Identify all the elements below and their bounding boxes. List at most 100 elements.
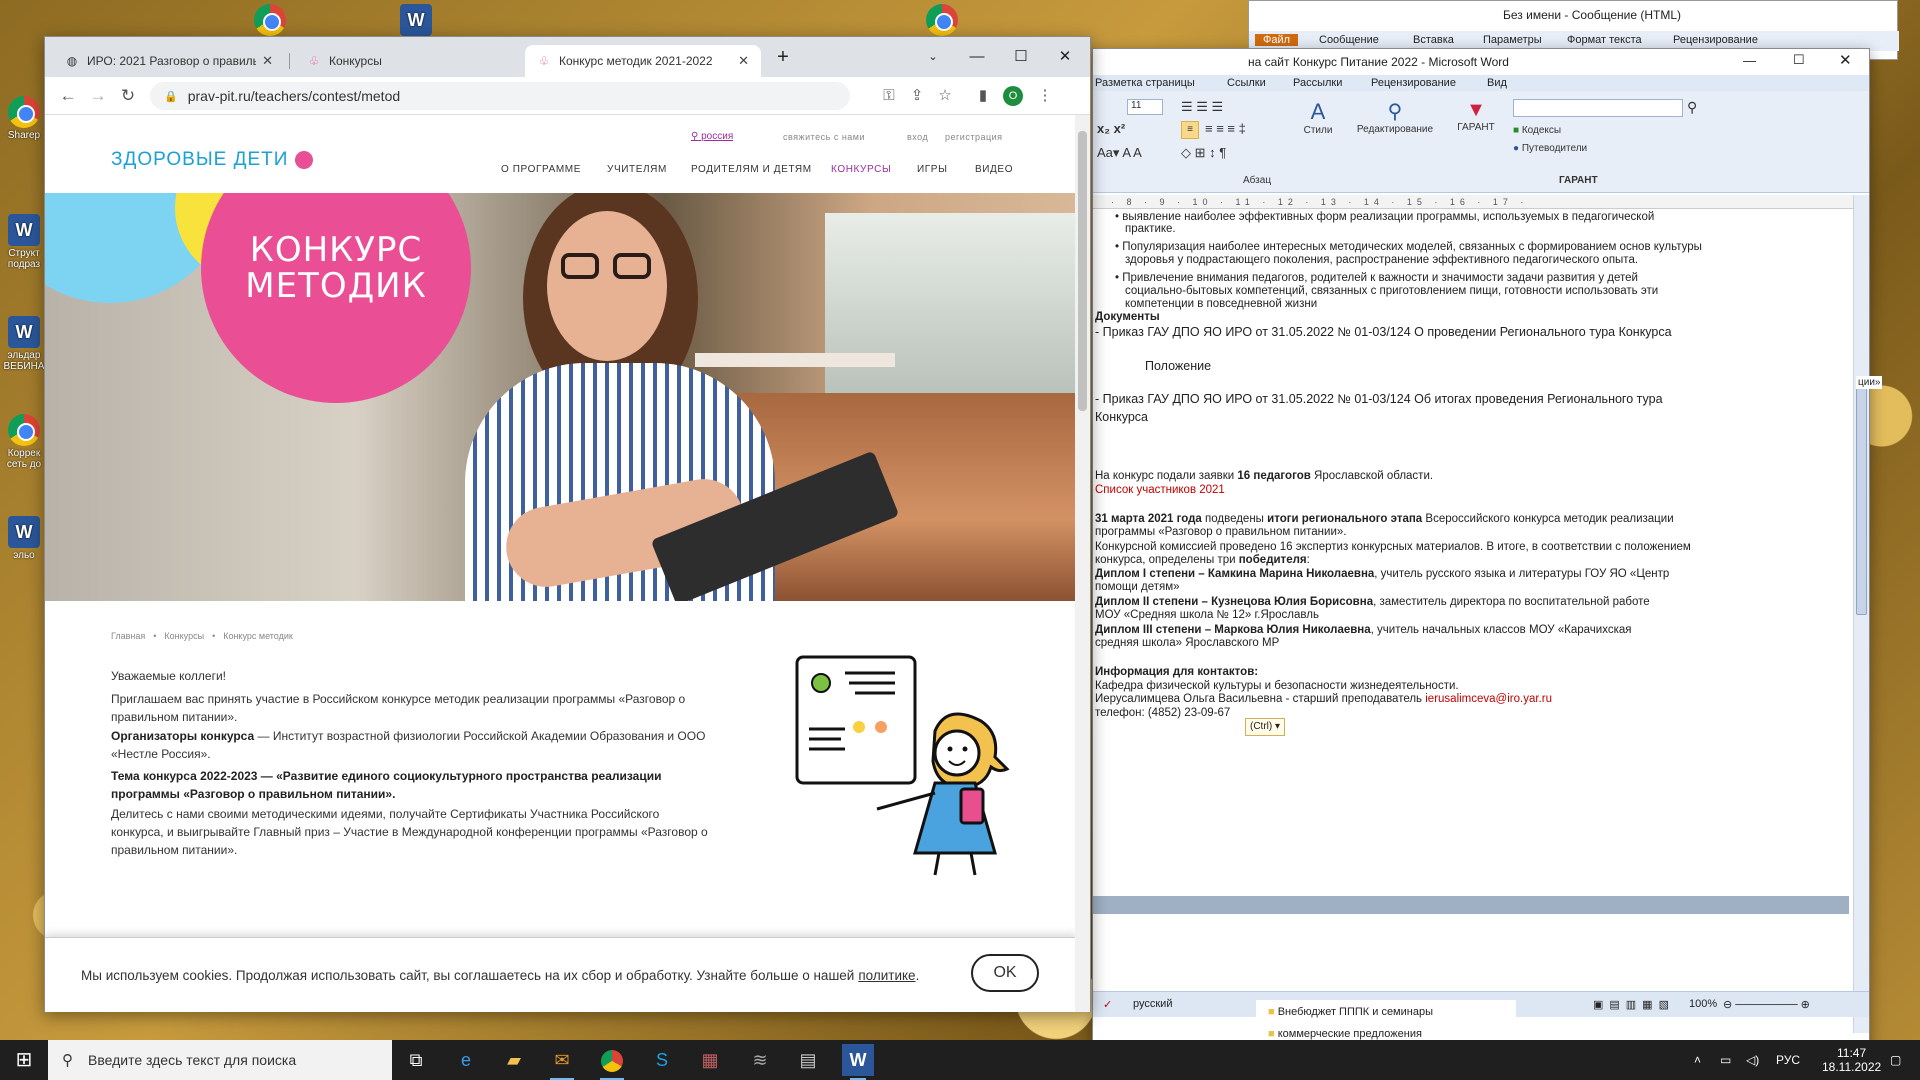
share-icon[interactable]: ⇪ [903, 82, 931, 110]
polozhenie-link[interactable]: Положение [1145, 359, 1211, 373]
reload-icon[interactable]: ↻ [113, 86, 143, 106]
nav-contests[interactable]: КОНКУРСЫ [831, 164, 891, 175]
desktop-icon-chrome[interactable]: Sharep [2, 96, 46, 141]
page-scroll-thumb[interactable] [1078, 131, 1087, 411]
cookie-policy-link[interactable]: политике [858, 968, 915, 983]
side-panel-icon[interactable]: ▮ [969, 82, 997, 110]
close-tab-icon[interactable]: ✕ [262, 53, 273, 69]
outlook-tab-params[interactable]: Параметры [1483, 34, 1542, 46]
subscript-button[interactable]: x₂ x² [1097, 121, 1125, 136]
editing-button[interactable]: ⚲ Редактирование [1349, 99, 1441, 135]
tab-konkursy[interactable]: ♧ Конкурсы [295, 45, 519, 77]
app-icon[interactable]: ≋ [740, 1044, 780, 1076]
tray-chevron-icon[interactable]: ˄ [1694, 1040, 1701, 1080]
outlook-folder-list[interactable]: ■ Внебюджет ПППК и семинары ■ коммерческ… [1256, 1000, 1516, 1040]
desktop-icon-word2[interactable]: Wэльдар ВЕБИНА [2, 316, 46, 372]
task-view-icon[interactable]: ⧉ [396, 1044, 436, 1076]
region-selector[interactable]: ⚲ россия [691, 131, 733, 142]
desktop-icon-word3[interactable]: Wэльо [2, 516, 46, 561]
menu-kebab-icon[interactable]: ⋮ [1031, 82, 1059, 110]
outlook-icon[interactable]: ✉ [542, 1044, 582, 1080]
status-language[interactable]: русский [1133, 998, 1172, 1010]
desktop-icon-chrome-top[interactable] [248, 4, 292, 38]
nav-parents[interactable]: РОДИТЕЛЯМ И ДЕТЯМ [691, 164, 812, 175]
skype-icon[interactable]: S [642, 1044, 682, 1076]
list-buttons[interactable]: ☰ ☰ ☰ [1181, 99, 1223, 115]
view-buttons[interactable]: ▣▤▥▦▧ [1593, 998, 1675, 1011]
outlook-tab-format[interactable]: Формат текста [1567, 34, 1642, 46]
align-left-button[interactable]: ≡ [1181, 121, 1199, 139]
paste-options-button[interactable]: (Ctrl) ▾ [1245, 718, 1286, 736]
desktop-icon-word-top[interactable]: W [394, 4, 438, 38]
search-icon[interactable]: ⚲ [1687, 99, 1697, 116]
tab-iro[interactable]: ◍ИРО: 2021 Разговор о правильн...✕ [53, 45, 285, 77]
putevoditeli-button[interactable]: ● Путеводители [1513, 143, 1587, 154]
forward-icon[interactable]: → [83, 86, 113, 106]
profile-avatar[interactable]: O [1003, 86, 1023, 106]
participants-list-link[interactable]: Список участников 2021 [1095, 483, 1225, 497]
folder-item[interactable]: ■ Внебюджет ПППК и семинары [1268, 1006, 1433, 1018]
tab-search-icon[interactable]: ⌄ [919, 43, 947, 71]
file-explorer-icon[interactable]: ▰ [494, 1044, 534, 1076]
word-tab-view[interactable]: Вид [1487, 77, 1507, 89]
chrome-window[interactable]: ◍ИРО: 2021 Разговор о правильн...✕ ♧Конк… [44, 36, 1091, 1012]
breadcrumb-home[interactable]: Главная [111, 631, 145, 641]
desktop-icon-chrome-top2[interactable] [920, 4, 964, 38]
input-language[interactable]: РУС [1776, 1040, 1800, 1080]
nav-video[interactable]: ВИДЕО [975, 164, 1013, 175]
clock[interactable]: 11:47 18.11.2022 [1822, 1046, 1881, 1074]
word-window[interactable]: на сайт Конкурс Питание 2022 - Microsoft… [1092, 48, 1870, 1060]
word-minimize-button[interactable]: — [1743, 53, 1756, 68]
zoom-level[interactable]: 100% [1689, 998, 1717, 1010]
word-taskbar-icon[interactable]: W [842, 1044, 874, 1080]
minimize-button[interactable]: — [963, 43, 991, 71]
outlook-tab-message[interactable]: Сообщение [1319, 34, 1379, 46]
font-grow-button[interactable]: Aa▾ A A [1097, 145, 1142, 161]
nav-about[interactable]: О ПРОГРАММЕ [501, 164, 581, 175]
word-maximize-button[interactable]: ☐ [1793, 52, 1805, 68]
login-link[interactable]: вход [907, 132, 928, 142]
volume-icon[interactable]: ◁) [1746, 1040, 1759, 1080]
calculator-icon[interactable]: ▤ [788, 1044, 828, 1076]
garant-search-input[interactable] [1513, 99, 1683, 117]
word-vertical-scrollbar[interactable] [1853, 195, 1869, 1033]
taskbar-search[interactable]: ⚲ Введите здесь текст для поиска [48, 1040, 392, 1080]
zoom-slider[interactable]: ⊖ ──────── ⊕ [1723, 998, 1810, 1011]
outlook-tab-insert[interactable]: Вставка [1413, 34, 1454, 46]
cookie-ok-button[interactable]: OK [971, 954, 1039, 992]
key-icon[interactable]: ⚿ [875, 82, 903, 110]
styles-button[interactable]: A Стили [1293, 99, 1343, 136]
word-tab-review[interactable]: Рецензирование [1371, 77, 1456, 89]
start-button[interactable]: ⊞ [4, 1044, 44, 1076]
word-scroll-thumb[interactable] [1856, 385, 1867, 615]
folder-item[interactable]: ■ коммерческие предложения [1268, 1028, 1422, 1040]
page-scrollbar[interactable] [1075, 115, 1090, 1012]
notifications-icon[interactable]: ▢ [1890, 1040, 1901, 1080]
desktop-icon-chrome2[interactable]: Коррек сеть до [2, 414, 46, 470]
outlook-tab-review[interactable]: Рецензирование [1673, 34, 1758, 46]
network-icon[interactable]: ▭ [1720, 1040, 1731, 1080]
maximize-button[interactable]: ☐ [1007, 43, 1035, 71]
word-tab-refs[interactable]: Ссылки [1227, 77, 1266, 89]
register-link[interactable]: регистрация [945, 132, 1003, 142]
address-bar[interactable]: 🔒 prav-pit.ru/teachers/contest/metod [150, 82, 850, 110]
desktop-icon-word1[interactable]: W Структ подраз [2, 214, 46, 270]
tab-konkurs-metodik[interactable]: ♧ Конкурс методик 2021-2022 ✕ [525, 45, 761, 77]
outlook-tab-file[interactable]: Файл [1255, 34, 1299, 46]
new-tab-button[interactable]: + [769, 43, 797, 71]
archive-icon[interactable]: ▦ [690, 1044, 730, 1076]
spellcheck-icon[interactable]: ✓ [1103, 998, 1112, 1011]
nav-teachers[interactable]: УЧИТЕЛЯМ [607, 164, 667, 175]
back-icon[interactable]: ← [53, 86, 83, 106]
align-buttons[interactable]: ≡ ≡ ≡ ‡ [1205, 121, 1246, 136]
email-link[interactable]: ierusalimceva@iro.yar.ru [1425, 693, 1552, 705]
word-tab-layout[interactable]: Разметка страницы [1095, 77, 1195, 89]
contact-link[interactable]: свяжитесь с нами [783, 132, 865, 142]
word-tab-mailings[interactable]: Рассылки [1293, 77, 1342, 89]
star-icon[interactable]: ☆ [931, 82, 959, 110]
font-size-select[interactable]: 11 [1127, 99, 1163, 115]
breadcrumb-contests[interactable]: Конкурсы [164, 631, 204, 641]
word-close-button[interactable]: ✕ [1839, 51, 1852, 69]
chrome-taskbar-icon[interactable] [592, 1044, 632, 1080]
close-window-button[interactable]: ✕ [1051, 43, 1079, 71]
